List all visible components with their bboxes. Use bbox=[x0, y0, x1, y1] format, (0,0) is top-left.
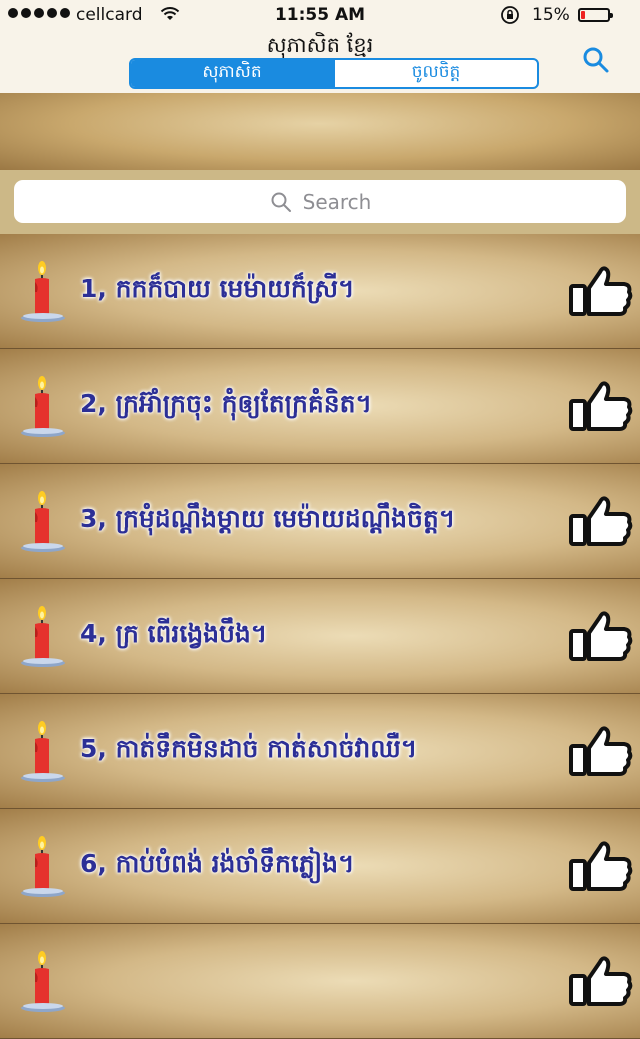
battery-icon bbox=[578, 8, 613, 22]
tab-favorites[interactable]: ចូលចិត្ត bbox=[333, 60, 537, 87]
search-bar: Search bbox=[0, 170, 640, 234]
proverb-text: 6, កាប់បំពង់ រង់ចាំទឹកភ្លៀង។ bbox=[80, 849, 355, 878]
battery-percent: 15% bbox=[532, 5, 570, 25]
segmented-control: សុភាសិត ចូលចិត្ត bbox=[129, 58, 539, 89]
proverb-text: 2, ក្រអ៊ាំក្រចុះ កុំឲ្យតែក្រគំនិត។ bbox=[80, 389, 372, 418]
proverb-text: 1, កកក៏បាយ មេម៉ាយក៏ស្រី។ bbox=[80, 274, 355, 303]
parchment-banner bbox=[0, 93, 640, 170]
thumbs-up-icon[interactable] bbox=[568, 494, 634, 548]
candle-icon bbox=[21, 491, 65, 552]
search-placeholder: Search bbox=[302, 189, 372, 214]
search-field-icon bbox=[271, 192, 291, 212]
proverb-list: 1, កកក៏បាយ មេម៉ាយក៏ស្រី។ 2, ក្រអ៊ាំក្រចុ… bbox=[0, 234, 640, 1039]
proverb-text: 4, ក្រ ពើរង្វេងបឹង។ bbox=[80, 619, 268, 648]
list-item[interactable]: 2, ក្រអ៊ាំក្រចុះ កុំឲ្យតែក្រគំនិត។ bbox=[0, 349, 640, 464]
status-bar: cellcard 11:55 AM 15% bbox=[0, 0, 640, 30]
proverb-text: 5, កាត់ទឹកមិនដាច់ កាត់សាច់វាឈឺ។ bbox=[80, 734, 418, 763]
candle-icon bbox=[21, 261, 65, 322]
list-item[interactable] bbox=[0, 924, 640, 1039]
rotation-lock-icon bbox=[501, 6, 519, 24]
list-item[interactable]: 1, កកក៏បាយ មេម៉ាយក៏ស្រី។ bbox=[0, 234, 640, 349]
list-item[interactable]: 6, កាប់បំពង់ រង់ចាំទឹកភ្លៀង។ bbox=[0, 809, 640, 924]
thumbs-up-icon[interactable] bbox=[568, 954, 634, 1008]
list-item[interactable]: 5, កាត់ទឹកមិនដាច់ កាត់សាច់វាឈឺ។ bbox=[0, 694, 640, 809]
list-item[interactable]: 4, ក្រ ពើរង្វេងបឹង។ bbox=[0, 579, 640, 694]
thumbs-up-icon[interactable] bbox=[568, 609, 634, 663]
thumbs-up-icon[interactable] bbox=[568, 264, 634, 318]
tab-proverbs[interactable]: សុភាសិត bbox=[131, 60, 333, 87]
candle-icon bbox=[21, 721, 65, 782]
search-input[interactable]: Search bbox=[14, 180, 626, 223]
thumbs-up-icon[interactable] bbox=[568, 839, 634, 893]
candle-icon bbox=[21, 376, 65, 437]
thumbs-up-icon[interactable] bbox=[568, 379, 634, 433]
thumbs-up-icon[interactable] bbox=[568, 724, 634, 778]
search-icon[interactable] bbox=[580, 44, 612, 76]
proverb-text: 3, ក្រមុំដណ្ដឹងម្ដាយ មេម៉ាយដណ្ដឹងចិត្ត។ bbox=[80, 504, 456, 533]
candle-icon bbox=[21, 606, 65, 667]
candle-icon bbox=[21, 836, 65, 897]
top-bar: cellcard 11:55 AM 15% សុភាសិត ខ្មែរ សុភា… bbox=[0, 0, 640, 93]
list-item[interactable]: 3, ក្រមុំដណ្ដឹងម្ដាយ មេម៉ាយដណ្ដឹងចិត្ត។ bbox=[0, 464, 640, 579]
